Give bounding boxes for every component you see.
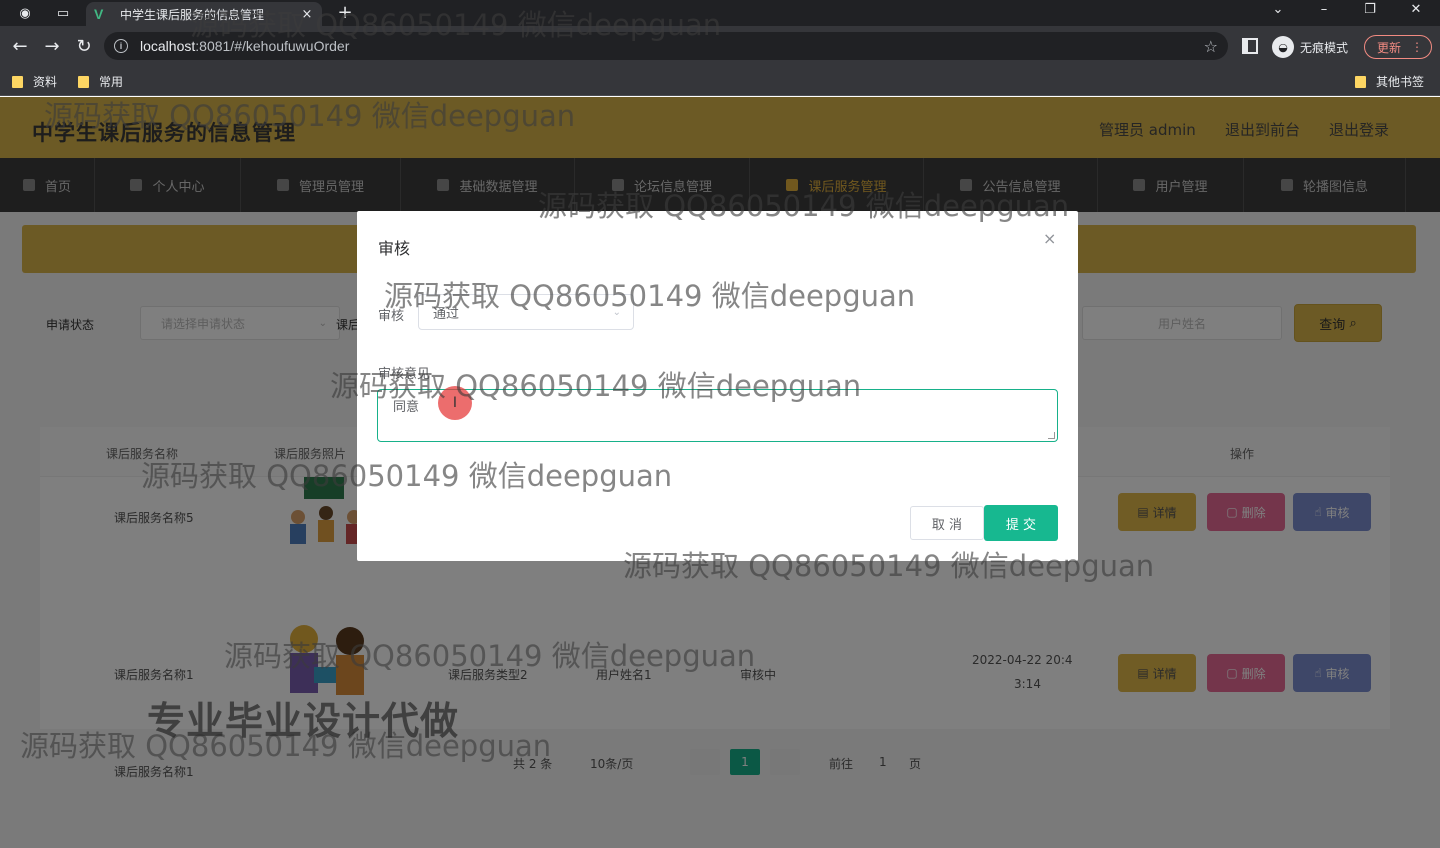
incognito-icon: ◒: [1272, 36, 1294, 58]
forward-arrow-icon[interactable]: →: [40, 34, 64, 58]
star-icon[interactable]: ☆: [1204, 37, 1218, 56]
info-icon[interactable]: i: [114, 39, 128, 53]
cancel-button[interactable]: 取 消: [910, 506, 984, 540]
window-close-icon[interactable]: ✕: [1404, 2, 1428, 17]
text-cursor-icon: I: [438, 386, 472, 420]
opinion-field-label: 审核意见: [378, 367, 431, 382]
incognito-indicator[interactable]: ◒ 无痕模式: [1272, 36, 1348, 58]
chevron-down-icon: ⌄: [612, 306, 621, 318]
back-arrow-icon[interactable]: ←: [8, 34, 32, 58]
menu-dots-icon: ⋮: [1411, 40, 1423, 54]
tab-close-icon[interactable]: ×: [300, 7, 314, 22]
bookmark-folder-other[interactable]: 其他书签: [1355, 73, 1424, 90]
watermark-slogan: 专业毕业设计代做: [147, 699, 460, 743]
folder-icon: [78, 75, 89, 88]
browser-profile-icon[interactable]: ◉: [14, 3, 36, 23]
audit-result-select[interactable]: 通过 ⌄: [418, 294, 634, 330]
new-tab-button[interactable]: +: [334, 2, 356, 23]
bookmark-folder-ziliao[interactable]: 资料: [12, 73, 57, 90]
url-text: localhost:8081/#/kehoufuwuOrder: [140, 38, 350, 54]
vue-favicon-icon: V: [94, 6, 104, 22]
reload-icon[interactable]: ↻: [72, 34, 96, 58]
dialog-title: 审核: [378, 239, 411, 258]
restore-icon[interactable]: ❐: [1358, 2, 1382, 17]
minimize-icon[interactable]: –: [1312, 2, 1336, 17]
browser-tab-strip: ◉ ▭ V 中学生课后服务的信息管理 × + ⌄ – ❐ ✕: [0, 0, 1440, 26]
address-bar: ← → ↻ i localhost:8081/#/kehoufuwuOrder …: [0, 26, 1440, 66]
update-label: 更新: [1377, 40, 1402, 55]
url-field[interactable]: i localhost:8081/#/kehoufuwuOrder ☆: [104, 32, 1228, 60]
folder-icon: [12, 75, 23, 88]
opinion-textarea[interactable]: 同意: [377, 389, 1058, 442]
browser-tab[interactable]: V 中学生课后服务的信息管理 ×: [86, 2, 322, 26]
bookmarks-bar: 资料 常用 其他书签: [0, 66, 1440, 96]
audit-dialog: 审核 × 审核 通过 ⌄ 审核意见 同意 I 取 消 提 交: [357, 211, 1078, 561]
side-panel-icon[interactable]: [1242, 38, 1258, 54]
close-icon[interactable]: ×: [1043, 229, 1056, 248]
incognito-label: 无痕模式: [1300, 40, 1349, 55]
tab-search-icon[interactable]: ▭: [52, 3, 74, 23]
submit-button[interactable]: 提 交: [984, 505, 1058, 541]
tab-title: 中学生课后服务的信息管理: [120, 7, 265, 22]
resize-handle-icon[interactable]: [1048, 432, 1055, 439]
tab-list-chevron-icon[interactable]: ⌄: [1266, 2, 1290, 17]
folder-icon: [1355, 75, 1366, 88]
update-button[interactable]: 更新 ⋮: [1364, 35, 1432, 59]
bookmark-folder-changyong[interactable]: 常用: [78, 73, 123, 90]
audit-field-label: 审核: [378, 309, 405, 324]
